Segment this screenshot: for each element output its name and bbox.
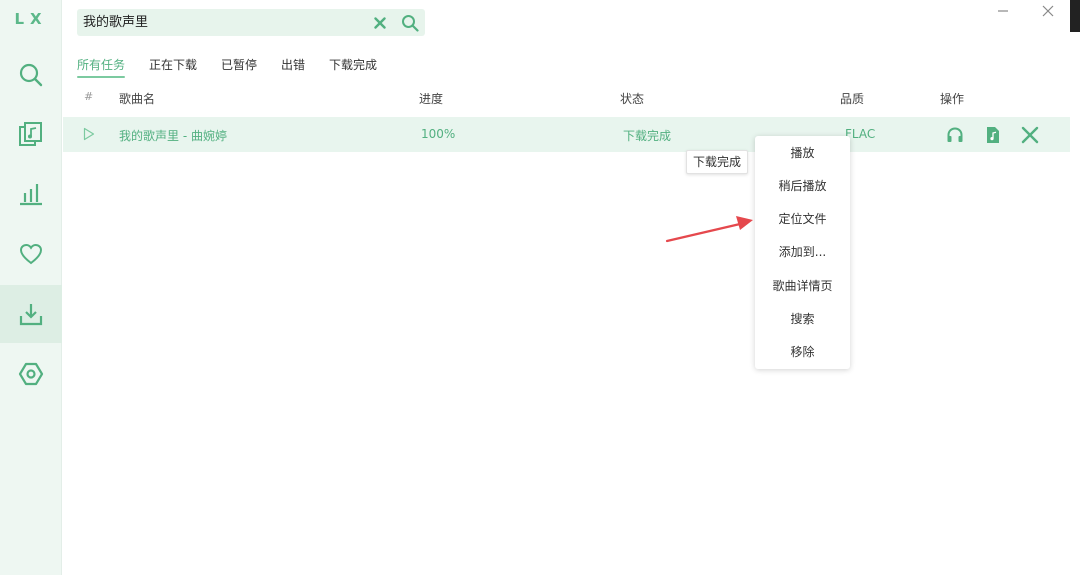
tab-error[interactable]: 出错 [281, 56, 305, 78]
heart-icon [19, 243, 43, 265]
hexagon-settings-icon [18, 362, 44, 386]
play-button[interactable] [81, 126, 97, 142]
menu-item-play-later[interactable]: 稍后播放 [755, 170, 850, 203]
download-icon [19, 304, 43, 326]
sidebar-item-song-list[interactable] [0, 105, 62, 163]
column-quality: 品质 [840, 92, 865, 106]
clear-search-button[interactable] [371, 14, 388, 31]
minimize-icon [998, 10, 1008, 12]
menu-item-search[interactable]: 搜索 [755, 303, 850, 336]
column-status: 状态 [620, 92, 645, 106]
search-icon [401, 14, 419, 32]
search-input[interactable] [83, 9, 363, 36]
song-name: 我的歌声里 - 曲婉婷 [119, 129, 227, 143]
annotation-arrow [665, 216, 753, 243]
close-icon [1042, 5, 1054, 17]
sidebar-item-favorites[interactable] [0, 225, 62, 283]
sidebar-item-settings[interactable] [0, 345, 62, 403]
column-progress: 进度 [419, 92, 444, 106]
column-actions: 操作 [940, 92, 965, 106]
search-icon [19, 63, 43, 87]
table-header: # 歌曲名 进度 状态 品质 操作 [63, 88, 1070, 108]
status-tooltip: 下载完成 [686, 150, 749, 174]
minimize-button[interactable] [994, 3, 1012, 19]
search-button[interactable] [400, 13, 419, 32]
sidebar-item-leaderboard[interactable] [0, 165, 62, 223]
context-menu: 播放 稍后播放 定位文件 添加到... 歌曲详情页 搜索 移除 [755, 136, 850, 369]
progress-value: 100% [421, 127, 456, 141]
menu-item-remove[interactable]: 移除 [755, 336, 850, 369]
close-icon [1021, 126, 1039, 144]
column-name: 歌曲名 [119, 92, 156, 106]
tab-completed[interactable]: 下载完成 [329, 56, 377, 78]
close-window-button[interactable] [1039, 3, 1057, 19]
search-bar [77, 9, 425, 36]
table-row[interactable]: 我的歌声里 - 曲婉婷 100% 下载完成 FLAC [63, 117, 1070, 152]
music-file-icon [19, 122, 42, 146]
tab-all-tasks[interactable]: 所有任务 [77, 56, 125, 78]
sidebar-item-search[interactable] [0, 46, 62, 104]
active-tab-indicator [77, 76, 125, 78]
clear-icon [373, 16, 386, 29]
column-index: # [84, 90, 94, 103]
open-file-button[interactable] [982, 124, 1004, 146]
menu-item-song-details[interactable]: 歌曲详情页 [755, 270, 850, 303]
tab-paused[interactable]: 已暂停 [221, 56, 257, 78]
music-file-icon [987, 127, 999, 143]
status-text: 下载完成 [623, 129, 672, 143]
app-logo: LX [14, 10, 48, 28]
menu-item-locate-file[interactable]: 定位文件 [755, 203, 850, 236]
window-edge [1070, 0, 1080, 32]
tab-downloading[interactable]: 正在下载 [149, 56, 197, 78]
sidebar-item-download[interactable] [0, 285, 62, 343]
menu-item-play[interactable]: 播放 [755, 137, 850, 170]
listen-button[interactable] [944, 124, 966, 146]
bar-chart-icon [20, 184, 42, 206]
menu-item-add-to[interactable]: 添加到... [755, 236, 850, 269]
app-window: LX 我的歌声里 所有任务 正在下载 已暂停 出错 下载完成 # 歌曲名 进度 … [0, 0, 1080, 575]
sidebar: LX [0, 0, 62, 575]
remove-task-button[interactable] [1019, 124, 1041, 146]
headphones-icon [947, 127, 963, 142]
play-icon [83, 127, 95, 141]
